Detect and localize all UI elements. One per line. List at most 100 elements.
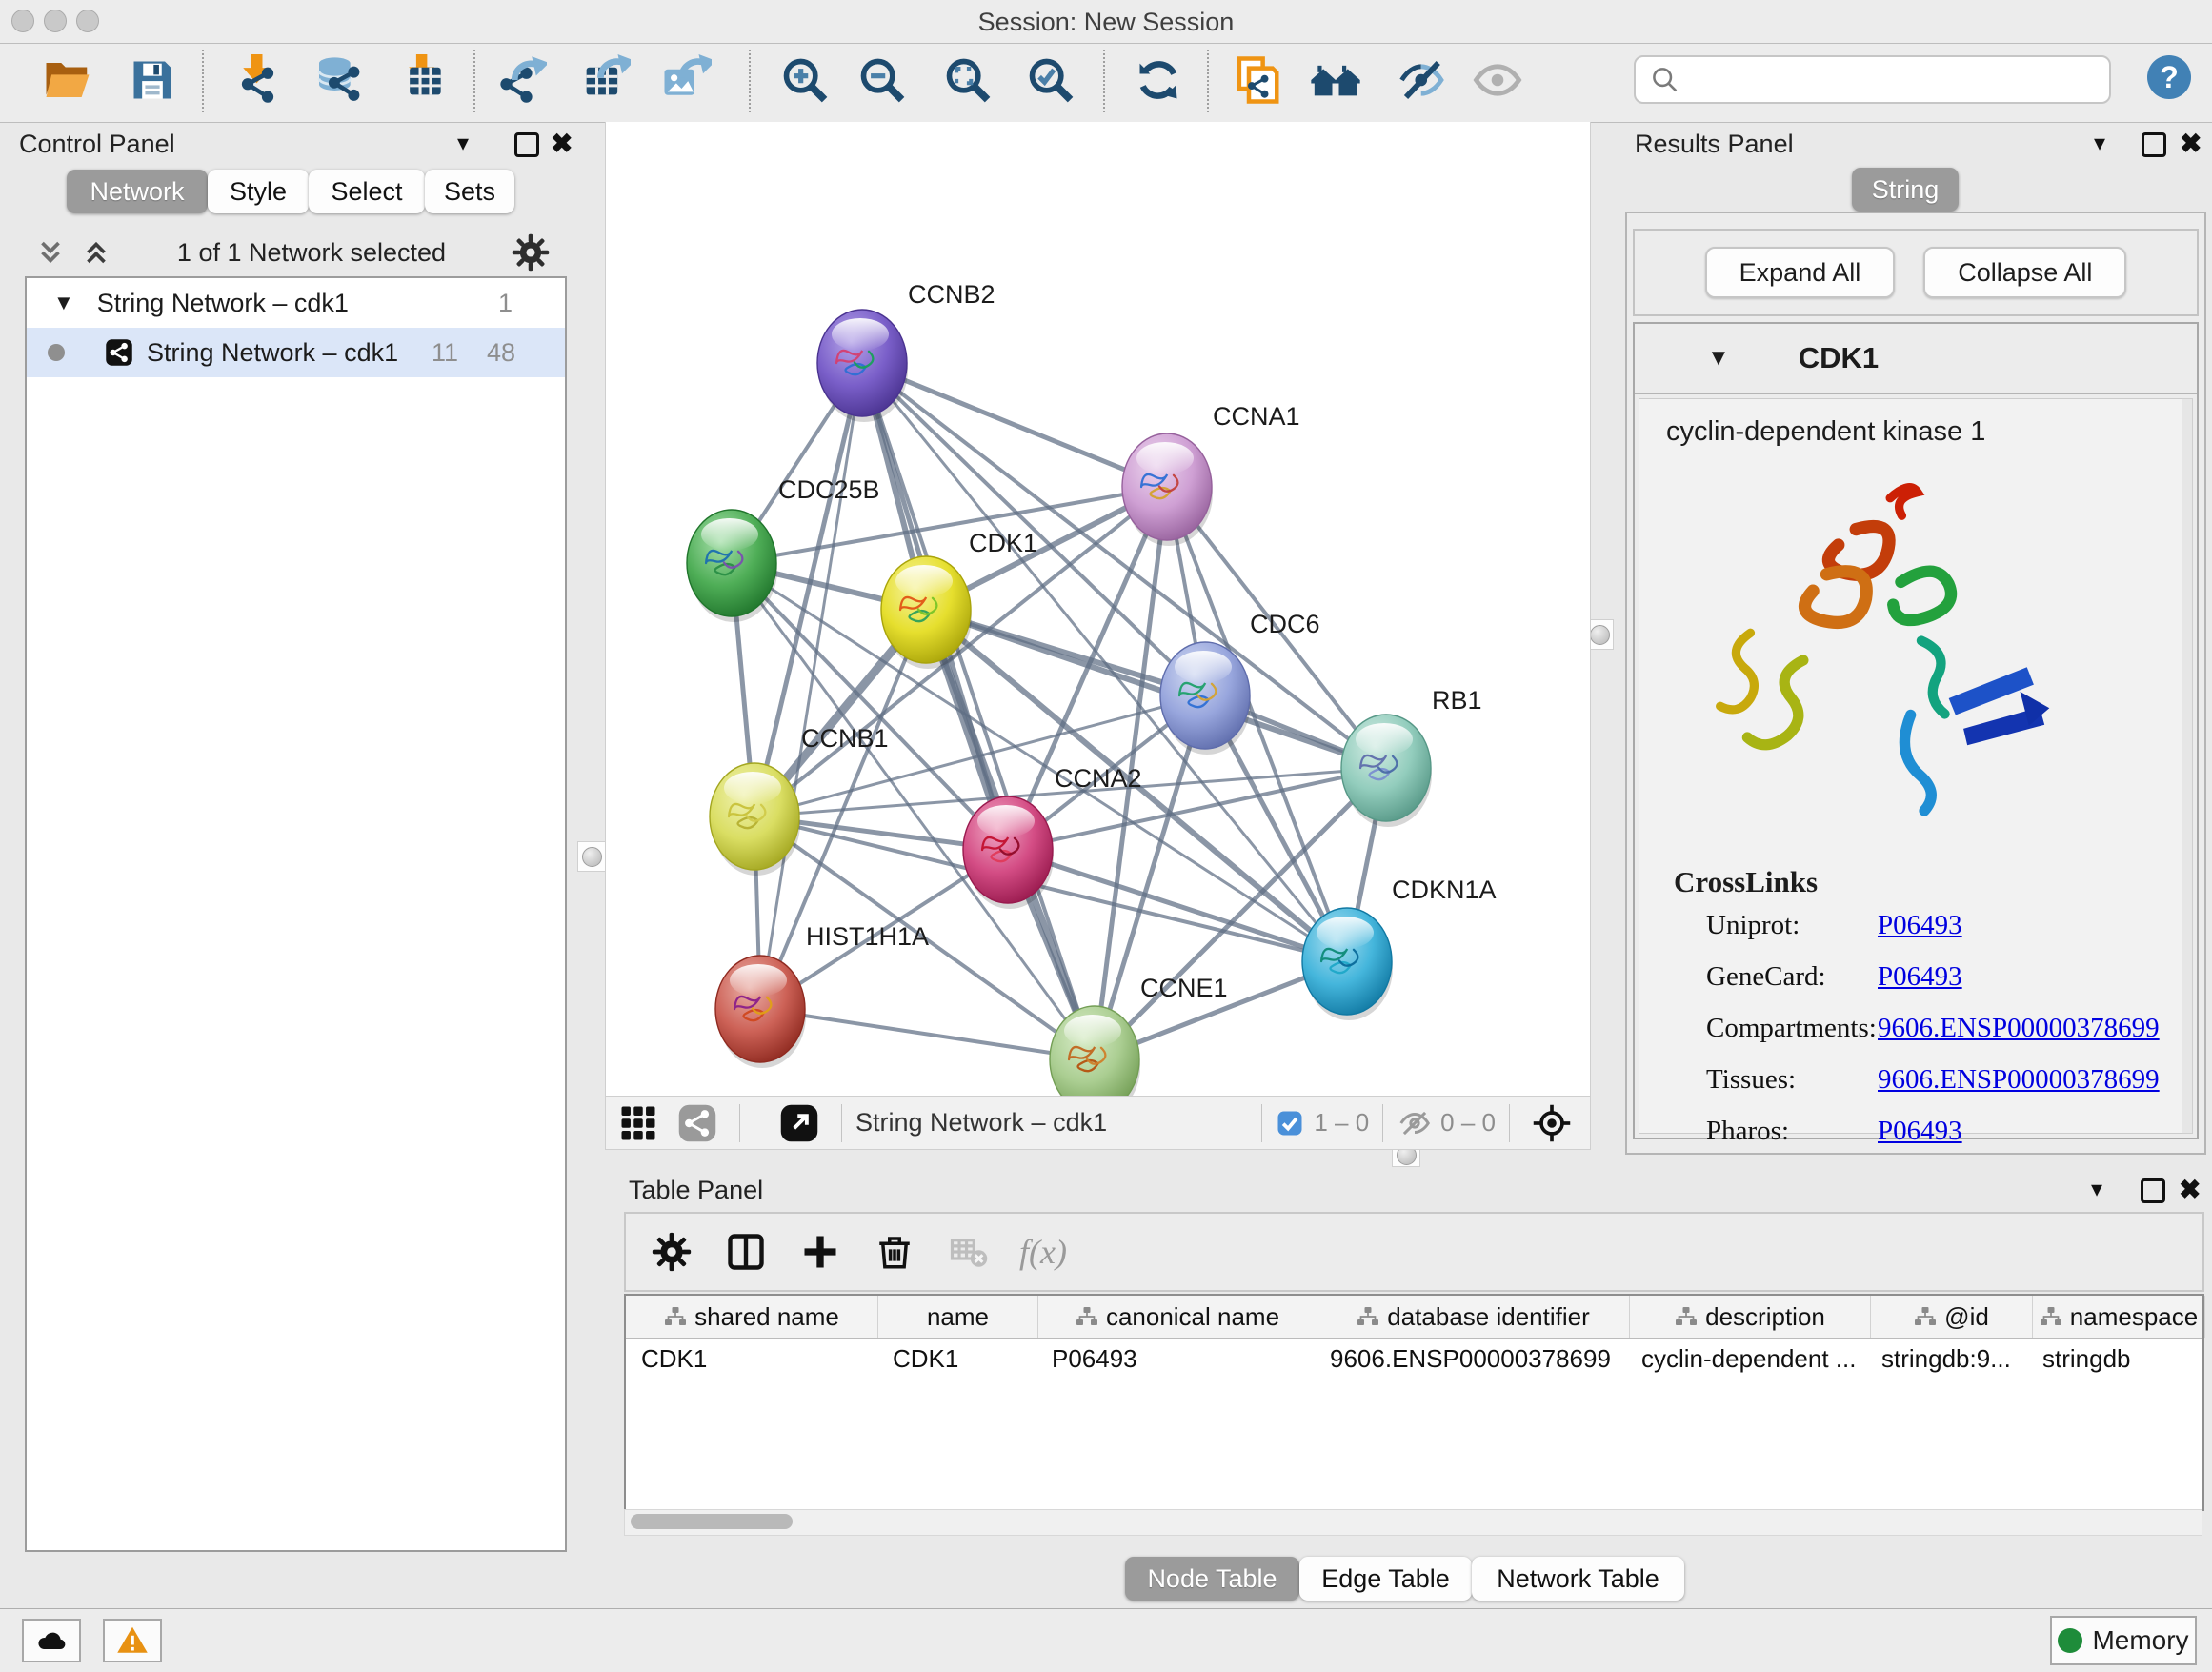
search-input[interactable] <box>1689 64 2109 95</box>
table-cell[interactable]: stringdb:9... <box>1866 1339 2027 1379</box>
network-node-CCNA1[interactable] <box>1122 433 1213 546</box>
open-in-window-icon[interactable] <box>771 1097 828 1150</box>
export-network-icon[interactable] <box>494 53 548 107</box>
add-column-icon[interactable] <box>792 1225 849 1279</box>
crosslink-link[interactable]: 9606.ENSP00000378699 <box>1878 1013 2160 1044</box>
apply-layout-icon[interactable] <box>1132 53 1185 107</box>
tab-network-table[interactable]: Network Table <box>1472 1557 1684 1601</box>
results-panel-float-icon[interactable] <box>2142 132 2166 157</box>
left-splitter-handle[interactable] <box>577 841 606 872</box>
table-panel-menu-icon[interactable]: ▾ <box>2091 1176 2102 1203</box>
table-cell[interactable]: 9606.ENSP00000378699 <box>1315 1339 1626 1379</box>
column-header-canonical-name[interactable]: canonical name <box>1038 1296 1317 1338</box>
network-node-CCNE1[interactable] <box>1050 1006 1140 1096</box>
collapse-all-icon[interactable] <box>80 236 112 269</box>
zoom-selected-icon[interactable] <box>1024 53 1077 107</box>
network-node-CDKN1A[interactable] <box>1302 908 1393 1020</box>
tab-edge-table[interactable]: Edge Table <box>1299 1557 1472 1601</box>
first-neighbors-icon[interactable] <box>1309 53 1362 107</box>
column-header-database-identifier[interactable]: database identifier <box>1317 1296 1630 1338</box>
panel-menu-icon[interactable]: ▾ <box>457 130 469 157</box>
table-panel-float-icon[interactable] <box>2141 1178 2165 1203</box>
column-header-shared-name[interactable]: shared name <box>626 1296 878 1338</box>
zoom-fit-icon[interactable] <box>941 53 995 107</box>
network-options-gear-icon[interactable] <box>511 232 551 272</box>
table-cell[interactable]: P06493 <box>1036 1339 1315 1379</box>
table-panel-close-icon[interactable]: ✖ <box>2179 1174 2201 1205</box>
string-network-badge-icon[interactable] <box>669 1097 726 1150</box>
network-view-canvas[interactable]: CCNB2 CCNA1 CDC25B CDK1 CDC6 RB1 CCNB1 C… <box>605 122 1591 1096</box>
collection-expand-icon[interactable]: ▼ <box>53 291 74 315</box>
network-row[interactable]: String Network – cdk1 11 48 <box>27 328 565 377</box>
network-edge[interactable] <box>760 1009 1095 1059</box>
expand-all-button[interactable]: Expand All <box>1705 247 1896 298</box>
network-collection-row[interactable]: ▼ String Network – cdk1 1 <box>27 278 565 328</box>
scrollbar-thumb[interactable] <box>631 1514 793 1529</box>
table-cell[interactable]: stringdb <box>2027 1339 2199 1379</box>
help-button[interactable]: ? <box>2147 55 2191 99</box>
network-node-CCNB1[interactable] <box>710 763 800 876</box>
fit-selected-crosshair-icon[interactable] <box>1523 1097 1580 1150</box>
birdseye-grid-icon[interactable] <box>610 1097 667 1150</box>
hide-selected-icon[interactable] <box>1397 53 1450 107</box>
show-columns-icon[interactable] <box>717 1225 774 1279</box>
crosslink-link[interactable]: 9606.ENSP00000378699 <box>1878 1064 2160 1096</box>
network-node-CCNA2[interactable] <box>963 796 1054 909</box>
network-edge[interactable] <box>760 363 862 1009</box>
tab-sets[interactable]: Sets <box>425 170 514 213</box>
table-row[interactable]: CDK1CDK1P064939606.ENSP00000378699cyclin… <box>626 1339 2202 1379</box>
crosslink-link[interactable]: P06493 <box>1878 961 1962 993</box>
panel-close-icon[interactable]: ✖ <box>551 128 573 159</box>
cloud-status-button[interactable] <box>22 1619 81 1662</box>
tab-network[interactable]: Network <box>67 170 208 213</box>
network-node-HIST1H1A[interactable] <box>715 956 806 1068</box>
table-horizontal-scrollbar[interactable] <box>624 1509 2202 1536</box>
import-table-icon[interactable] <box>397 53 451 107</box>
show-all-icon[interactable] <box>1471 53 1524 107</box>
export-table-icon[interactable] <box>578 53 632 107</box>
panel-float-icon[interactable] <box>514 132 539 157</box>
warning-status-button[interactable] <box>103 1619 162 1662</box>
table-cell[interactable]: CDK1 <box>877 1339 1036 1379</box>
tab-string[interactable]: String <box>1852 168 1959 212</box>
zoom-out-icon[interactable] <box>855 53 909 107</box>
collapse-all-button[interactable]: Collapse All <box>1923 247 2126 298</box>
table-cell[interactable]: CDK1 <box>626 1339 877 1379</box>
network-node-CDC25B[interactable] <box>687 510 777 622</box>
node-details-header[interactable]: ▼ CDK1 <box>1635 324 2197 394</box>
table-options-gear-icon[interactable] <box>643 1225 700 1279</box>
memory-button[interactable]: Memory <box>2050 1616 2197 1665</box>
network-tree: ▼ String Network – cdk1 1 String Network… <box>25 276 567 1552</box>
crosslink-link[interactable]: P06493 <box>1878 910 1962 941</box>
results-scrollbar[interactable] <box>2182 398 2193 1134</box>
table-cell[interactable]: cyclin-dependent ... <box>1626 1339 1866 1379</box>
new-network-from-selection-icon[interactable] <box>1231 53 1284 107</box>
column-header-description[interactable]: description <box>1630 1296 1871 1338</box>
export-image-icon[interactable] <box>659 53 713 107</box>
selected-checkbox-icon[interactable] <box>1276 1109 1304 1138</box>
network-edge[interactable] <box>862 363 1095 1059</box>
hidden-eye-icon[interactable] <box>1397 1105 1433 1141</box>
crosslink-link[interactable]: P06493 <box>1878 1116 1962 1147</box>
column-header--id[interactable]: @id <box>1871 1296 2033 1338</box>
expand-all-icon[interactable] <box>34 236 67 269</box>
search-input-container[interactable] <box>1634 55 2111 104</box>
column-header-name[interactable]: name <box>878 1296 1038 1338</box>
network-node-CDC6[interactable] <box>1160 642 1251 755</box>
tab-style[interactable]: Style <box>208 170 309 213</box>
results-panel-menu-icon[interactable]: ▾ <box>2094 130 2105 157</box>
network-edge[interactable] <box>862 363 1167 487</box>
network-node-RB1[interactable] <box>1341 715 1432 827</box>
tab-node-table[interactable]: Node Table <box>1125 1557 1299 1601</box>
column-header-namespace[interactable]: namespace <box>2033 1296 2205 1338</box>
import-network-database-icon[interactable] <box>312 53 366 107</box>
tab-select[interactable]: Select <box>309 170 425 213</box>
delete-column-trash-icon[interactable] <box>866 1225 923 1279</box>
import-network-file-icon[interactable] <box>231 53 285 107</box>
save-session-icon[interactable] <box>126 53 179 107</box>
network-node-CCNB2[interactable] <box>817 310 908 422</box>
collapse-entry-icon[interactable]: ▼ <box>1707 345 1730 372</box>
results-panel-close-icon[interactable]: ✖ <box>2180 128 2202 159</box>
open-file-icon[interactable] <box>41 53 94 107</box>
zoom-in-icon[interactable] <box>778 53 832 107</box>
